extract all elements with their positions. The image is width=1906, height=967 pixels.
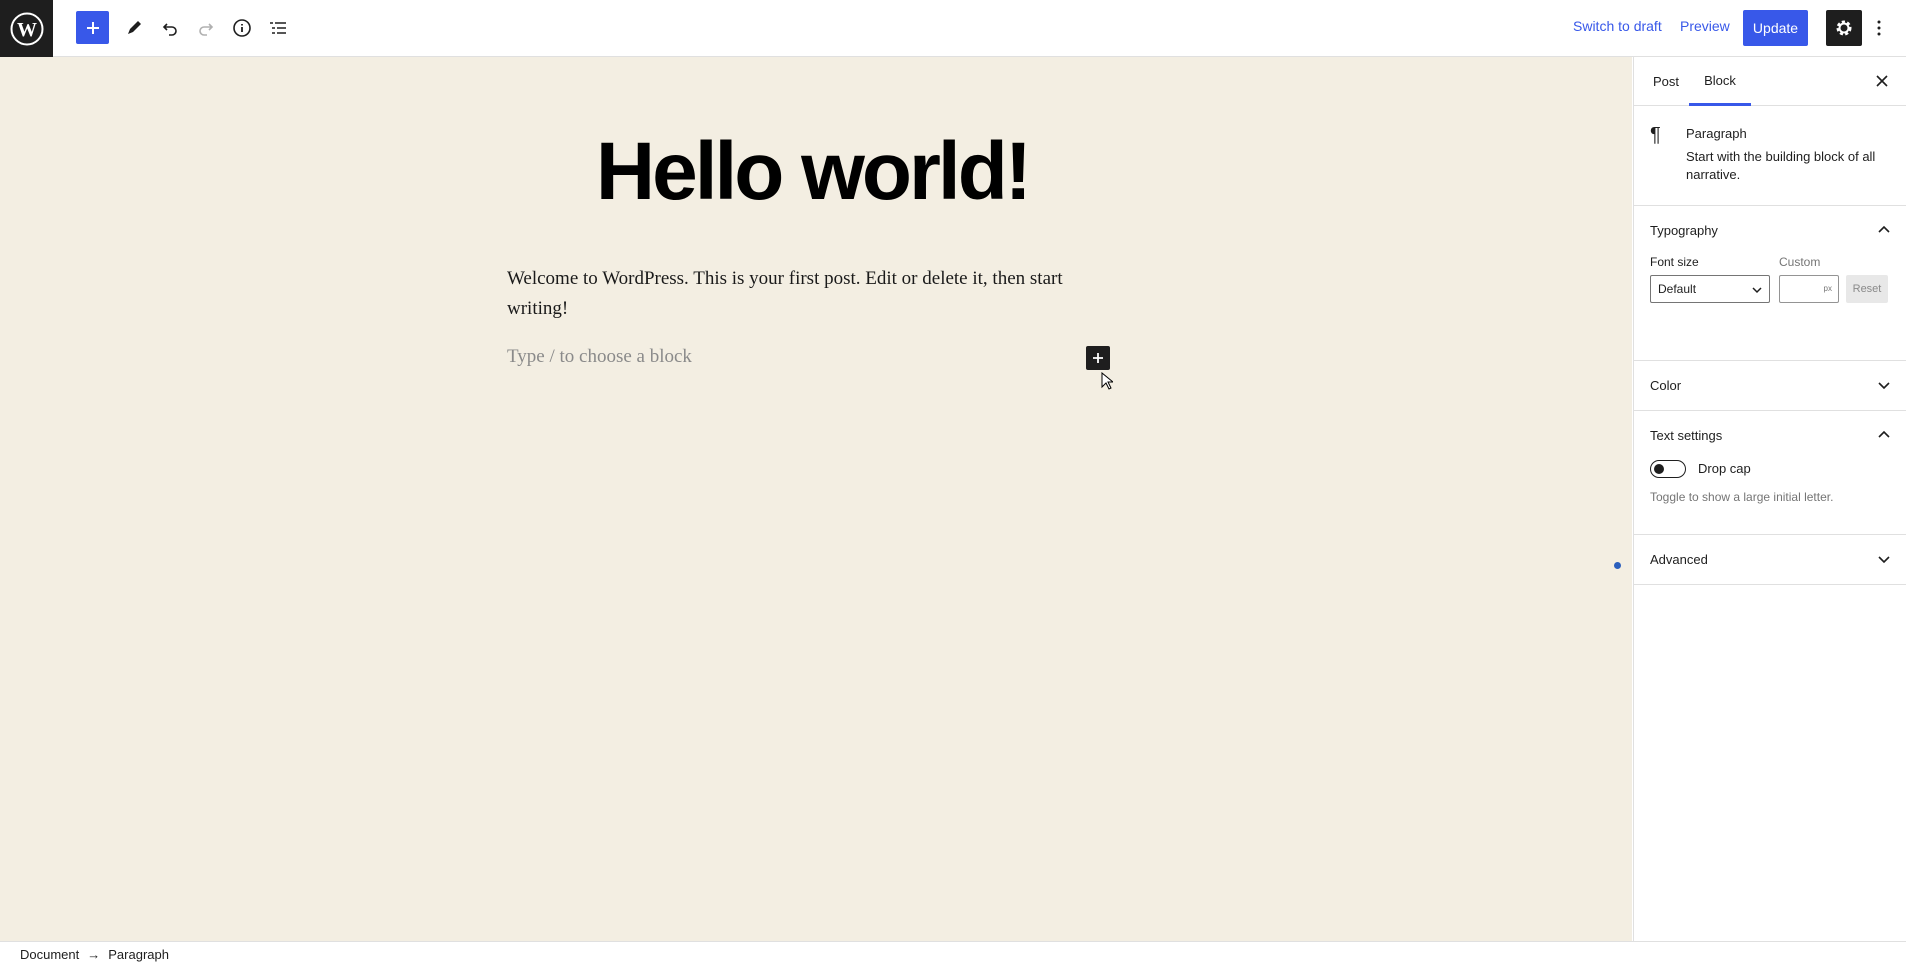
unit-label: px [1823,284,1832,293]
text-settings-body: Drop cap Toggle to show a large initial … [1634,460,1906,534]
wordpress-icon: W [10,12,43,45]
color-panel-toggle[interactable]: Color [1634,361,1906,410]
chevron-up-icon [1878,225,1890,233]
list-view-button[interactable] [260,10,296,46]
custom-font-size-input[interactable]: px [1779,275,1839,303]
tools-button[interactable] [116,10,152,46]
settings-button[interactable] [1826,10,1862,46]
block-inserter-button[interactable] [76,11,109,44]
preview-button[interactable]: Preview [1680,18,1730,34]
text-settings-panel: Text settings Drop cap Toggle to show a … [1634,411,1906,535]
toggle-knob [1654,464,1664,474]
advanced-panel-toggle[interactable]: Advanced [1634,535,1906,584]
plus-icon [86,21,99,34]
editor-canvas[interactable]: Hello world! Welcome to WordPress. This … [0,57,1632,941]
paragraph-block[interactable]: Welcome to WordPress. This is your first… [507,264,1122,324]
advanced-panel: Advanced [1634,535,1906,585]
typography-body: Font size Custom Default px Reset [1634,255,1906,360]
list-view-icon [270,22,286,34]
plus-icon [1093,353,1103,363]
gear-icon [1836,20,1852,36]
block-card-title: Paragraph [1686,126,1747,141]
paragraph-icon: ¶ [1650,124,1661,146]
chevron-down-icon [1752,287,1762,294]
tab-post[interactable]: Post [1642,57,1690,106]
font-size-label: Font size [1650,255,1699,269]
panel-title: Typography [1650,223,1718,238]
text-settings-panel-toggle[interactable]: Text settings [1634,411,1906,460]
drop-cap-help: Toggle to show a large initial letter. [1650,490,1834,504]
reset-font-size-button[interactable]: Reset [1846,275,1888,303]
pencil-icon [128,21,141,34]
editor-header: W Switch to draft Preview Update [0,0,1906,57]
block-placeholder[interactable]: Type / to choose a block [507,346,692,368]
panel-title: Advanced [1650,552,1708,567]
wordpress-logo[interactable]: W [0,0,53,57]
more-vertical-icon [1877,20,1881,36]
sidebar-tabs: Post Block [1634,57,1906,106]
block-card: ¶ Paragraph Start with the building bloc… [1634,106,1906,206]
details-button[interactable] [224,10,260,46]
breadcrumb-paragraph[interactable]: Paragraph [108,947,169,962]
tab-block[interactable]: Block [1689,57,1751,106]
breadcrumb-separator: → [87,947,101,962]
custom-size-label: Custom [1779,255,1821,269]
indicator-dot [1614,562,1621,569]
info-icon [233,19,251,37]
font-size-value: Default [1658,282,1697,296]
panel-title: Text settings [1650,428,1723,443]
drop-cap-label: Drop cap [1698,461,1751,476]
block-card-description: Start with the building block of all nar… [1686,149,1876,182]
settings-sidebar: Post Block ¶ Paragraph Start with the bu… [1633,57,1906,941]
redo-icon [199,23,214,36]
panel-title: Color [1650,378,1682,393]
undo-button[interactable] [152,10,188,46]
font-size-select[interactable]: Default [1650,275,1770,303]
mouse-cursor-icon [1101,372,1113,390]
typography-panel: Typography Font size Custom Default px R… [1634,206,1906,361]
add-block-button[interactable] [1086,346,1110,370]
drop-cap-toggle[interactable] [1650,460,1686,478]
redo-button[interactable] [188,10,224,46]
update-button[interactable]: Update [1743,10,1808,46]
svg-text:W: W [17,19,37,41]
chevron-down-icon [1878,556,1890,564]
color-panel: Color [1634,361,1906,411]
options-button[interactable] [1866,10,1892,46]
breadcrumb-document[interactable]: Document [20,947,79,962]
breadcrumb: Document → Paragraph [0,941,1906,967]
post-title[interactable]: Hello world! [500,126,1125,217]
chevron-down-icon [1878,382,1890,390]
undo-icon [162,23,177,36]
typography-panel-toggle[interactable]: Typography [1634,206,1906,255]
switch-to-draft-button[interactable]: Switch to draft [1573,18,1662,34]
close-icon [1876,75,1888,87]
close-sidebar-button[interactable] [1866,65,1898,97]
chevron-up-icon [1878,430,1890,438]
